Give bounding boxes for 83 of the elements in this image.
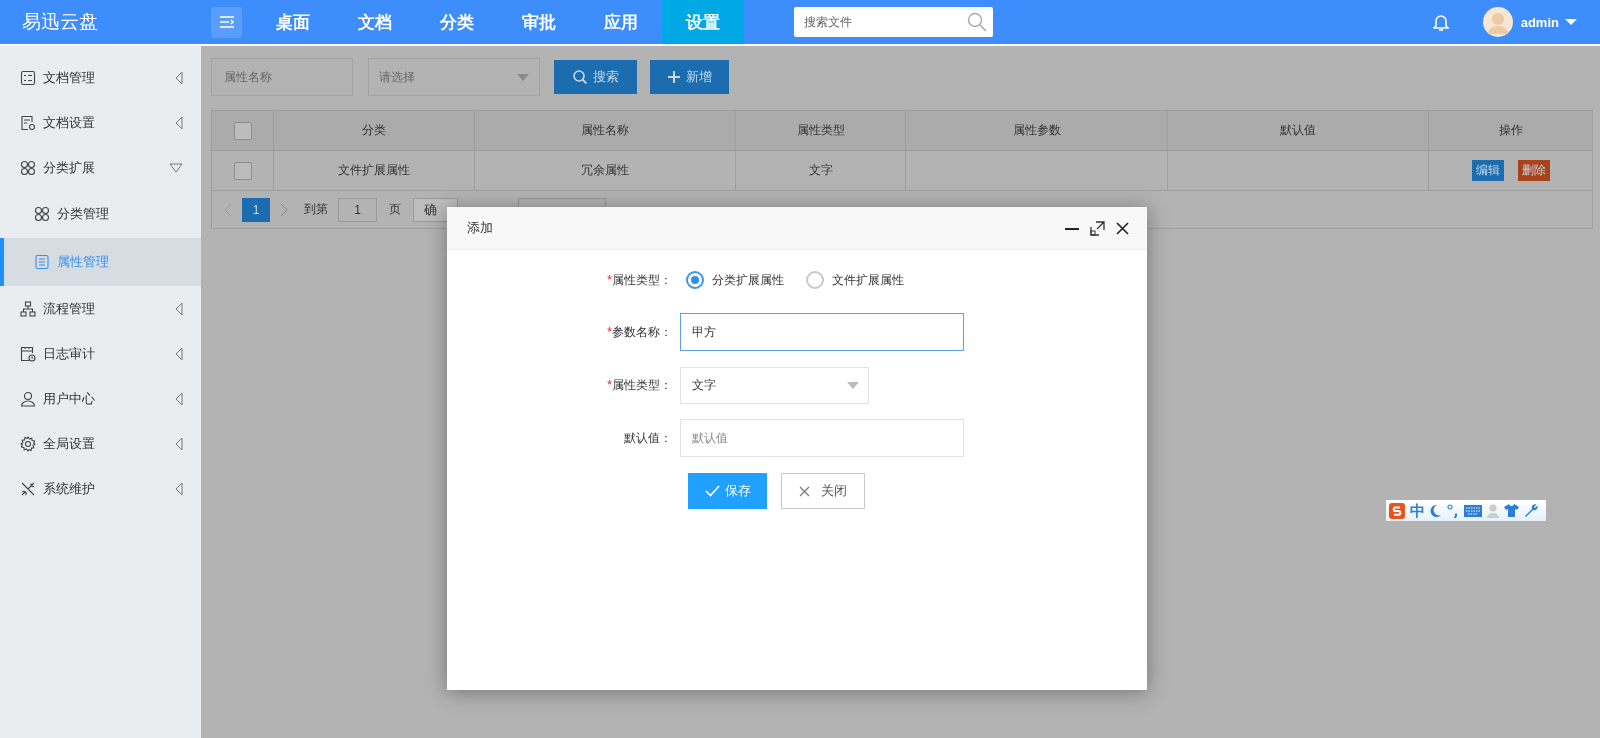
calendar-clock-icon — [20, 345, 36, 362]
row-checkbox[interactable] — [233, 161, 252, 180]
grid-icon — [34, 206, 50, 222]
sidebar-item[interactable]: 日志审计 — [0, 331, 201, 376]
checklist-icon — [20, 69, 36, 86]
avatar-icon[interactable] — [1482, 7, 1513, 37]
punctuation-icon[interactable] — [1447, 503, 1459, 518]
user-name[interactable]: admin — [1520, 14, 1559, 30]
sidebar-item[interactable]: 文档设置 — [0, 100, 201, 145]
add-button[interactable]: 新增 — [650, 60, 729, 94]
nav-tab[interactable]: 应用 — [580, 0, 662, 44]
ime-logo-icon[interactable] — [1389, 502, 1405, 519]
wrench-icon[interactable] — [1524, 503, 1538, 518]
nav-tab[interactable]: 分类 — [416, 0, 498, 44]
user-icon — [20, 390, 36, 407]
radio-option[interactable]: 分类扩展属性 — [686, 271, 784, 289]
document-gear-icon — [20, 114, 36, 131]
sidebar-item[interactable]: 系统维护 — [0, 466, 201, 511]
app-logo: 易迅云盘 — [21, 10, 99, 34]
column-header: 默认值 — [1167, 110, 1429, 151]
settings-icon — [20, 435, 36, 452]
page-button[interactable]: 1 — [242, 197, 270, 222]
sidebar-subitem[interactable]: 分类管理 — [0, 190, 201, 238]
maximize-icon[interactable] — [1090, 220, 1105, 236]
sidebar-item[interactable]: 全局设置 — [0, 421, 201, 466]
search-button[interactable]: 搜索 — [554, 60, 637, 94]
menu-icon — [218, 16, 235, 28]
edit-button[interactable]: 编辑 — [1471, 160, 1504, 181]
page-number-field[interactable]: 1 — [338, 197, 377, 222]
sidebar-subitem[interactable]: 属性管理 — [0, 238, 201, 286]
caret-icon — [847, 382, 859, 389]
dialog-title: 添加 — [467, 219, 494, 237]
grid-icon — [20, 159, 36, 176]
close-button[interactable]: 关闭 — [781, 473, 865, 509]
table-cell: 文字 — [735, 150, 906, 191]
nav-tab[interactable]: 文档 — [334, 0, 416, 44]
field-label: *属性类型： — [606, 271, 673, 289]
plus-icon — [667, 71, 680, 83]
page-unit-label: 页 — [389, 201, 401, 218]
column-header: 操作 — [1428, 110, 1593, 151]
input-mode-toggle[interactable]: 中 — [1410, 503, 1425, 518]
caret-icon[interactable] — [1565, 18, 1577, 26]
column-header: 属性参数 — [905, 110, 1168, 151]
select-all-checkbox[interactable] — [233, 121, 252, 140]
delete-button[interactable]: 删除 — [1517, 160, 1550, 181]
keyboard-icon[interactable] — [1464, 504, 1482, 517]
shirt-icon[interactable] — [1504, 504, 1519, 517]
text-field[interactable]: 默认值 — [680, 419, 964, 457]
attribute-name-field[interactable]: 属性名称 — [211, 58, 353, 96]
nav-tab[interactable]: 设置 — [662, 0, 744, 44]
tools-icon — [20, 480, 36, 497]
nav-tab[interactable]: 桌面 — [252, 0, 334, 44]
text-field[interactable]: 甲方 — [680, 313, 964, 351]
hierarchy-icon — [20, 300, 36, 317]
column-header: 分类 — [273, 110, 475, 151]
sidebar-item[interactable]: 用户中心 — [0, 376, 201, 421]
field-label: *参数名称： — [606, 323, 673, 341]
column-header: 属性名称 — [474, 110, 736, 151]
list-icon — [34, 254, 50, 270]
moon-icon[interactable] — [1430, 503, 1442, 518]
radio-option[interactable]: 文件扩展属性 — [806, 271, 904, 289]
menu-toggle-button[interactable] — [211, 6, 242, 38]
sidebar-item[interactable]: 流程管理 — [0, 286, 201, 331]
type-select[interactable]: 请选择 — [368, 58, 540, 96]
goto-label: 到第 — [304, 201, 328, 218]
type-select[interactable]: 文字 — [680, 367, 869, 404]
field-label: *属性类型： — [606, 377, 673, 394]
close-icon — [799, 485, 810, 497]
nav-tab[interactable]: 审批 — [498, 0, 580, 44]
bell-icon[interactable] — [1432, 13, 1449, 31]
table-cell: 冗余属性 — [474, 150, 736, 191]
check-icon — [704, 485, 720, 497]
search-icon — [572, 70, 587, 84]
close-icon[interactable] — [1116, 221, 1129, 235]
search-icon — [967, 12, 987, 32]
caret-icon — [517, 73, 529, 81]
field-label: 默认值： — [623, 429, 673, 447]
search-field[interactable]: 搜索文件 — [794, 7, 993, 37]
sidebar-item[interactable]: 分类扩展 — [0, 145, 201, 190]
save-button[interactable]: 保存 — [688, 473, 767, 509]
sidebar-item[interactable]: 文档管理 — [0, 55, 201, 100]
column-header: 属性类型 — [735, 110, 906, 151]
table-cell: 文件扩展属性 — [273, 150, 475, 191]
